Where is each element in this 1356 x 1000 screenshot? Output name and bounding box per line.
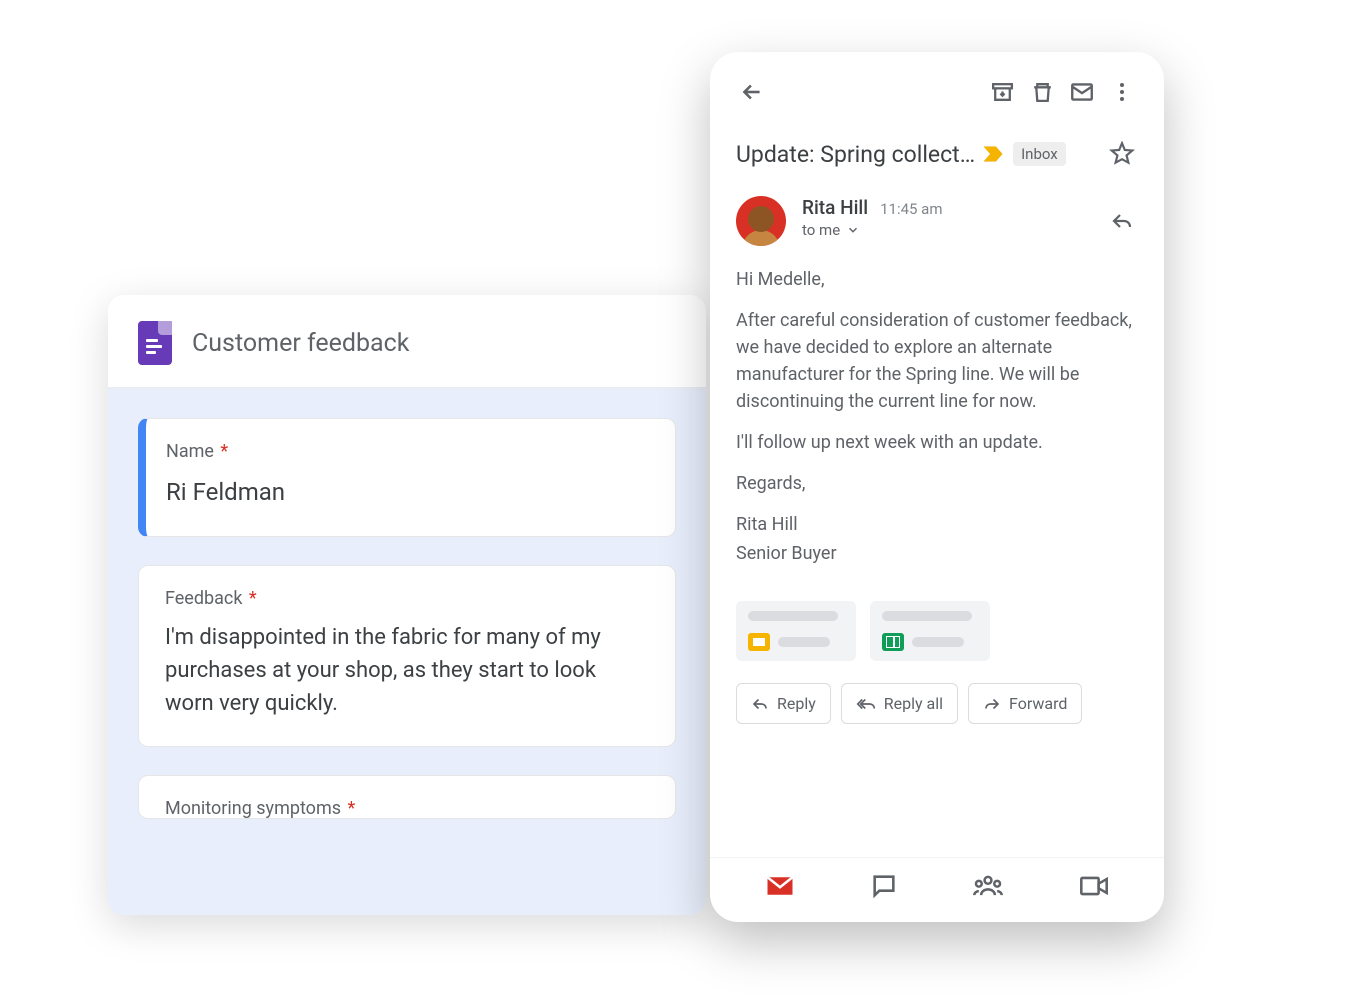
question-card-name[interactable]: Name * Ri Feldman [138, 418, 676, 537]
nav-chat-icon[interactable] [870, 872, 898, 900]
subject-row: Update: Spring collect… Inbox [710, 124, 1164, 188]
required-asterisk: * [343, 798, 355, 819]
back-icon[interactable] [732, 72, 772, 112]
archive-icon[interactable] [982, 72, 1022, 112]
recipient-dropdown[interactable]: to me [802, 221, 1086, 239]
attachment-sheets[interactable] [870, 601, 990, 661]
required-asterisk: * [244, 588, 256, 609]
form-title: Customer feedback [192, 329, 409, 358]
sender-row: Rita Hill 11:45 am to me [710, 188, 1164, 256]
nav-meet-icon[interactable] [1079, 873, 1109, 899]
question-card-feedback[interactable]: Feedback * I'm disappointed in the fabri… [138, 565, 676, 747]
delete-icon[interactable] [1022, 72, 1062, 112]
signature-name: Rita Hill [736, 511, 1138, 538]
nav-spaces-icon[interactable] [972, 872, 1004, 900]
sender-time: 11:45 am [880, 200, 942, 218]
google-form-card: Customer feedback Name * Ri Feldman Feed… [108, 295, 706, 915]
google-sheets-icon [882, 633, 904, 651]
inbox-label-chip[interactable]: Inbox [1013, 142, 1066, 166]
reply-all-button[interactable]: Reply all [841, 683, 958, 724]
reply-icon[interactable] [1102, 201, 1142, 241]
question-label: Monitoring symptoms * [165, 798, 649, 819]
question-card-monitoring[interactable]: Monitoring symptoms * [138, 775, 676, 819]
google-forms-icon [138, 321, 172, 365]
avatar[interactable] [736, 196, 786, 246]
star-icon[interactable] [1102, 134, 1142, 174]
question-value[interactable]: Ri Feldman [166, 474, 649, 510]
body-paragraph: After careful consideration of customer … [736, 307, 1138, 415]
attachments-row [710, 597, 1164, 675]
body-greeting: Hi Medelle, [736, 266, 1138, 293]
question-value[interactable]: I'm disappointed in the fabric for many … [165, 621, 649, 720]
form-header: Customer feedback [108, 295, 706, 390]
email-body: Hi Medelle, After careful consideration … [710, 256, 1164, 597]
question-label: Feedback * [165, 588, 649, 609]
email-subject: Update: Spring collect… [736, 141, 975, 168]
question-label: Name * [166, 441, 649, 462]
reply-button[interactable]: Reply [736, 683, 831, 724]
required-asterisk: * [216, 441, 228, 462]
chevron-down-icon [846, 223, 860, 237]
email-toolbar [710, 52, 1164, 124]
more-icon[interactable] [1102, 72, 1142, 112]
form-body: Name * Ri Feldman Feedback * I'm disappo… [108, 390, 706, 915]
attachment-slides[interactable] [736, 601, 856, 661]
sender-name: Rita Hill [802, 196, 868, 219]
google-slides-icon [748, 633, 770, 651]
important-marker-icon[interactable] [983, 145, 1005, 163]
action-row: Reply Reply all Forward [710, 675, 1164, 736]
gmail-message-card: Update: Spring collect… Inbox Rita Hill … [710, 52, 1164, 922]
forward-button[interactable]: Forward [968, 683, 1082, 724]
body-closing: Regards, [736, 470, 1138, 497]
signature-title: Senior Buyer [736, 540, 1138, 567]
body-paragraph: I'll follow up next week with an update. [736, 429, 1138, 456]
nav-mail-icon[interactable] [765, 874, 795, 898]
bottom-nav [710, 857, 1164, 922]
sender-info: Rita Hill 11:45 am to me [802, 196, 1086, 239]
mark-unread-icon[interactable] [1062, 72, 1102, 112]
